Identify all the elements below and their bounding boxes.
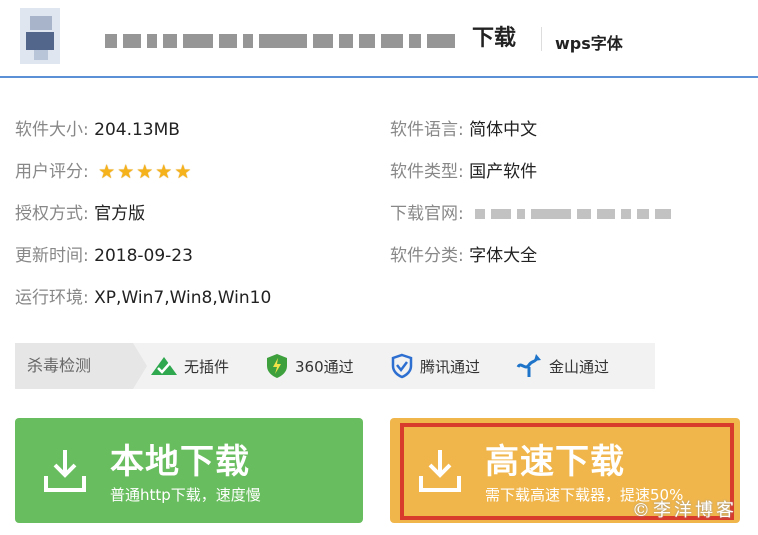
info-updated: 更新时间: 2018-09-23 <box>15 244 193 268</box>
antivirus-label-arrow <box>133 343 147 389</box>
security-item-label: 360通过 <box>295 357 354 376</box>
info-language-value: 简体中文 <box>469 120 538 140</box>
no-plugin-icon <box>151 357 177 375</box>
star-icon: ★ <box>98 161 116 183</box>
info-type-label: 软件类型: <box>390 162 464 182</box>
info-updated-label: 更新时间: <box>15 246 89 266</box>
info-type: 软件类型: 国产软件 <box>390 160 537 184</box>
tencent-shield-icon <box>391 353 413 379</box>
info-language: 软件语言: 简体中文 <box>390 118 537 142</box>
info-category-label: 软件分类: <box>390 246 464 266</box>
star-icon: ★ <box>117 161 135 183</box>
local-download-button[interactable]: 本地下载 普通http下载，速度慢 <box>15 418 363 523</box>
info-type-value: 国产软件 <box>469 162 538 182</box>
antivirus-check-bar: 杀毒检测 无插件 360通过 腾讯通过 金山通过 <box>15 343 655 389</box>
title-divider <box>541 27 542 51</box>
blurred-website-link[interactable] <box>475 209 672 219</box>
kingsoft-icon <box>516 354 541 377</box>
security-item-tencent: 腾讯通过 <box>390 343 480 389</box>
security-item-label: 腾讯通过 <box>420 357 481 376</box>
info-license-label: 授权方式: <box>15 204 89 224</box>
star-icon: ★ <box>155 161 173 183</box>
info-license: 授权方式: 官方版 <box>15 202 145 226</box>
info-category-value[interactable]: 字体大全 <box>469 246 537 266</box>
download-icon <box>44 450 86 492</box>
blurred-software-name <box>105 30 455 52</box>
antivirus-label: 杀毒检测 <box>15 343 133 389</box>
security-item-kingsoft: 金山通过 <box>515 343 609 389</box>
info-env: 运行环境: XP,Win7,Win8,Win10 <box>15 286 271 310</box>
info-website-label: 下载官网: <box>390 204 464 224</box>
info-size-value: 204.13MB <box>94 120 180 140</box>
info-updated-value: 2018-09-23 <box>94 246 193 266</box>
info-size: 软件大小: 204.13MB <box>15 118 180 142</box>
info-env-label: 运行环境: <box>15 288 89 308</box>
download-icon <box>419 450 461 492</box>
fast-download-title: 高速下载 <box>485 442 625 482</box>
security-item-label: 无插件 <box>184 357 230 376</box>
info-category: 软件分类: 字体大全 <box>390 244 537 268</box>
info-rating-label: 用户评分: <box>15 162 89 182</box>
star-rating: ★ ★ ★ ★ ★ <box>98 162 191 182</box>
star-icon: ★ <box>174 161 192 183</box>
star-icon: ★ <box>136 161 154 183</box>
category-tag[interactable]: wps字体 <box>555 30 623 54</box>
security-item-no-plugin: 无插件 <box>150 343 229 389</box>
info-env-value: XP,Win7,Win8,Win10 <box>94 288 272 308</box>
info-website: 下载官网: <box>390 202 672 226</box>
page-header: 下载 wps字体 <box>0 0 758 78</box>
info-language-label: 软件语言: <box>390 120 464 140</box>
info-size-label: 软件大小: <box>15 120 89 140</box>
info-license-value: 官方版 <box>94 204 146 224</box>
360-shield-icon <box>267 354 287 378</box>
software-file-icon <box>20 8 60 64</box>
security-item-360: 360通过 <box>265 343 354 389</box>
local-download-subtitle: 普通http下载，速度慢 <box>110 486 261 504</box>
local-download-title: 本地下载 <box>110 442 250 482</box>
page-title-suffix: 下载 <box>472 26 517 51</box>
security-item-label: 金山通过 <box>549 357 610 376</box>
watermark: ©李洋博客 <box>632 500 737 521</box>
info-rating: 用户评分: ★ ★ ★ ★ ★ <box>15 160 191 184</box>
